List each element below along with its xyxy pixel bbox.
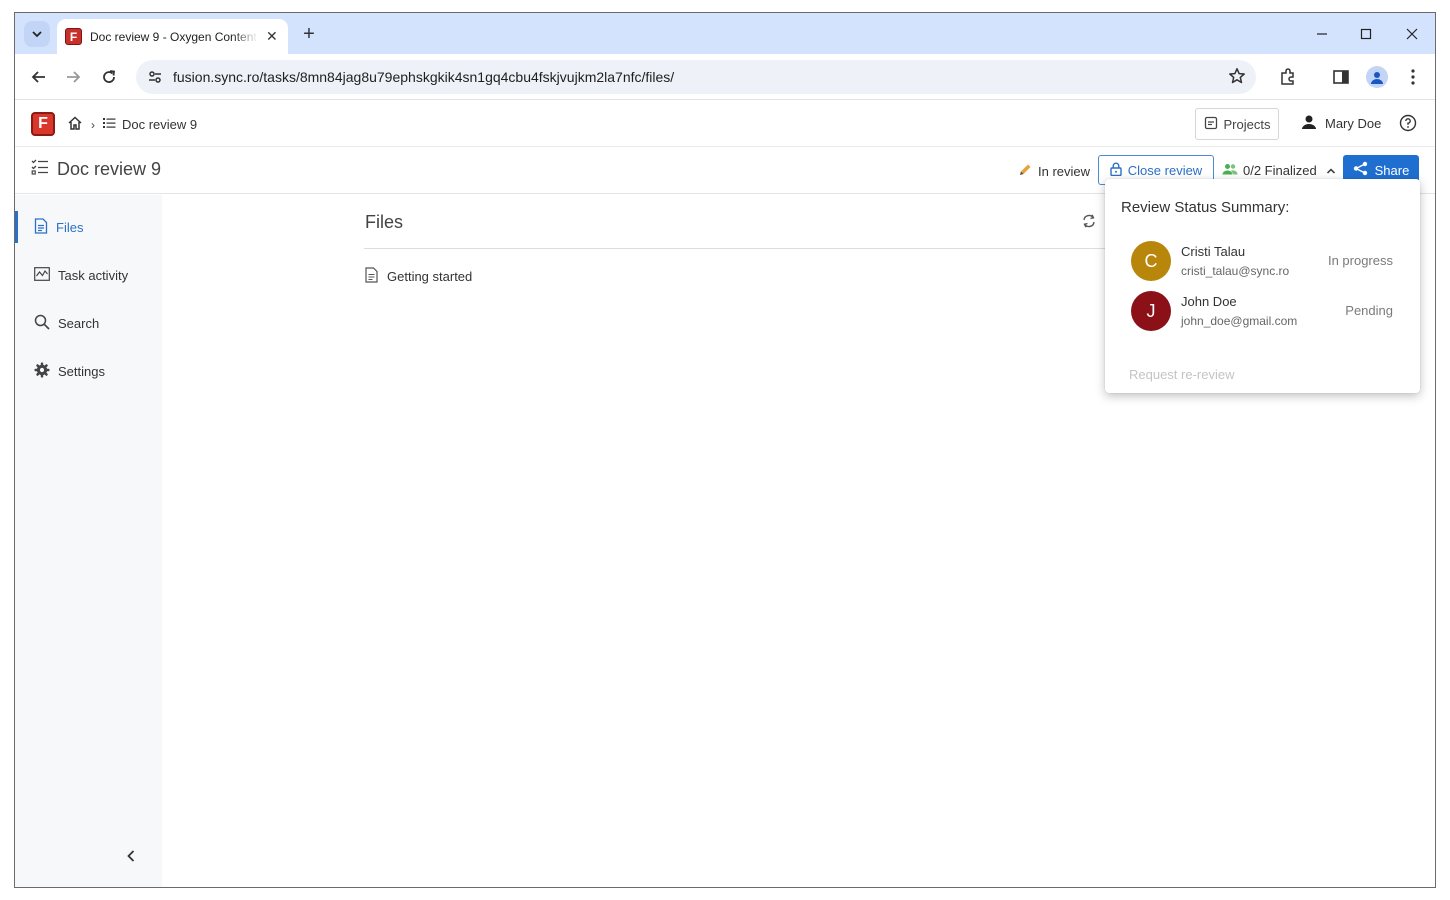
request-rereview-button[interactable]: Request re-review (1129, 367, 1235, 382)
avatar: C (1131, 241, 1171, 281)
app-header: F › Doc review 9 Projects Mary Doe (15, 101, 1435, 147)
user-menu[interactable]: Mary Doe (1301, 114, 1381, 133)
minimize-icon (1317, 32, 1327, 35)
gear-icon (34, 362, 50, 381)
forward-button[interactable] (61, 65, 85, 89)
side-panel-icon[interactable] (1329, 65, 1353, 89)
extensions-icon[interactable] (1276, 65, 1300, 89)
pencil-icon (1019, 163, 1032, 179)
breadcrumb: › Doc review 9 (67, 115, 197, 134)
files-divider (364, 248, 1114, 249)
status-badge: In review (1019, 163, 1090, 179)
reviewer-status: In progress (1327, 253, 1393, 268)
profile-avatar-icon (1366, 66, 1388, 88)
sidebar-item-settings[interactable]: Settings (15, 355, 162, 387)
reviewer-email: john_doe@gmail.com (1181, 314, 1298, 328)
projects-label: Projects (1223, 116, 1271, 132)
reviewer-status: Pending (1345, 303, 1393, 318)
sidebar: Files Task activity Search Settings (15, 195, 162, 887)
avatar: J (1131, 291, 1171, 331)
profile-button[interactable] (1365, 65, 1389, 89)
address-bar[interactable]: fusion.sync.ro/tasks/8mn84jag8u79ephskgk… (136, 60, 1256, 94)
maximize-button[interactable] (1343, 13, 1389, 54)
maximize-icon (1360, 28, 1372, 39)
refresh-icon[interactable] (1081, 213, 1097, 234)
document-icon (365, 267, 378, 286)
minimize-button[interactable] (1299, 13, 1345, 54)
tab-search-button[interactable] (24, 21, 50, 47)
sidebar-item-files[interactable]: Files (15, 211, 162, 243)
finalized-count: 0/2 Finalized (1243, 163, 1317, 178)
browser-tab[interactable]: F Doc review 9 - Oxygen Content Fusion ✕ (57, 19, 288, 54)
task-title: Doc review 9 (31, 158, 161, 181)
tab-strip: F Doc review 9 - Oxygen Content Fusion ✕… (15, 13, 1435, 54)
share-label: Share (1374, 162, 1410, 178)
chevron-up-icon (1326, 163, 1336, 178)
activity-icon (34, 266, 50, 284)
url-text[interactable]: fusion.sync.ro/tasks/8mn84jag8u79ephskgk… (173, 69, 674, 85)
back-button[interactable] (27, 65, 51, 89)
projects-icon (1204, 116, 1218, 133)
tab-title: Doc review 9 - Oxygen Content Fusion (90, 29, 258, 44)
projects-button[interactable]: Projects (1195, 108, 1279, 140)
user-icon (1301, 114, 1317, 133)
close-icon (1406, 28, 1418, 39)
sidebar-item-task-activity[interactable]: Task activity (15, 259, 162, 291)
reload-icon (103, 70, 116, 83)
reviewer-row: J John Doe john_doe@gmail.com Pending (1131, 291, 1401, 333)
file-name: Getting started (387, 269, 473, 284)
arrow-right-icon (67, 71, 81, 83)
close-review-label: Close review (1127, 162, 1203, 178)
bookmark-star-icon[interactable] (1228, 67, 1246, 90)
lock-icon (1110, 162, 1122, 179)
sidebar-item-label: Task activity (58, 267, 129, 283)
sidebar-item-label: Search (58, 315, 100, 331)
close-tab-icon[interactable]: ✕ (266, 28, 278, 45)
list-icon (103, 117, 116, 132)
reviewer-name: Cristi Talau (1181, 244, 1246, 259)
popup-title: Review Status Summary: (1121, 199, 1290, 216)
favicon-icon: F (65, 28, 82, 45)
arrow-left-icon (31, 71, 45, 83)
close-window-button[interactable] (1389, 13, 1435, 54)
chevron-down-icon (32, 31, 42, 38)
sidebar-item-label: Settings (58, 363, 105, 379)
sidebar-item-search[interactable]: Search (15, 307, 162, 339)
reviewer-row: C Cristi Talau cristi_talau@sync.ro In p… (1131, 241, 1401, 283)
status-text: In review (1038, 163, 1091, 179)
reviewer-name: John Doe (1181, 294, 1237, 309)
review-status-popup: Review Status Summary: C Cristi Talau cr… (1105, 179, 1420, 393)
files-heading: Files (365, 212, 404, 232)
help-icon[interactable] (1399, 114, 1417, 137)
browser-toolbar: fusion.sync.ro/tasks/8mn84jag8u79ephskgk… (15, 54, 1435, 100)
people-icon (1222, 163, 1238, 178)
sidebar-item-label: Files (56, 219, 84, 235)
home-icon[interactable] (67, 115, 83, 134)
browser-menu-icon[interactable] (1401, 65, 1425, 89)
breadcrumb-separator-icon: › (91, 117, 95, 132)
browser-window: F Doc review 9 - Oxygen Content Fusion ✕… (14, 12, 1436, 888)
user-name: Mary Doe (1325, 116, 1382, 131)
share-icon (1353, 161, 1368, 179)
checklist-icon (31, 158, 49, 181)
app-logo[interactable]: F (31, 112, 55, 136)
reviewer-email: cristi_talau@sync.ro (1181, 264, 1290, 278)
file-icon (34, 217, 48, 237)
breadcrumb-task-link[interactable]: Doc review 9 (122, 117, 197, 132)
task-title-text: Doc review 9 (57, 159, 162, 179)
collapse-sidebar-icon[interactable] (125, 849, 137, 868)
finalized-toggle[interactable]: 0/2 Finalized (1222, 163, 1336, 178)
site-info-icon[interactable] (145, 67, 165, 87)
new-tab-button[interactable]: + (298, 23, 320, 45)
search-icon (34, 314, 50, 333)
list-item[interactable]: Getting started (365, 267, 472, 286)
reload-button[interactable] (97, 65, 121, 89)
